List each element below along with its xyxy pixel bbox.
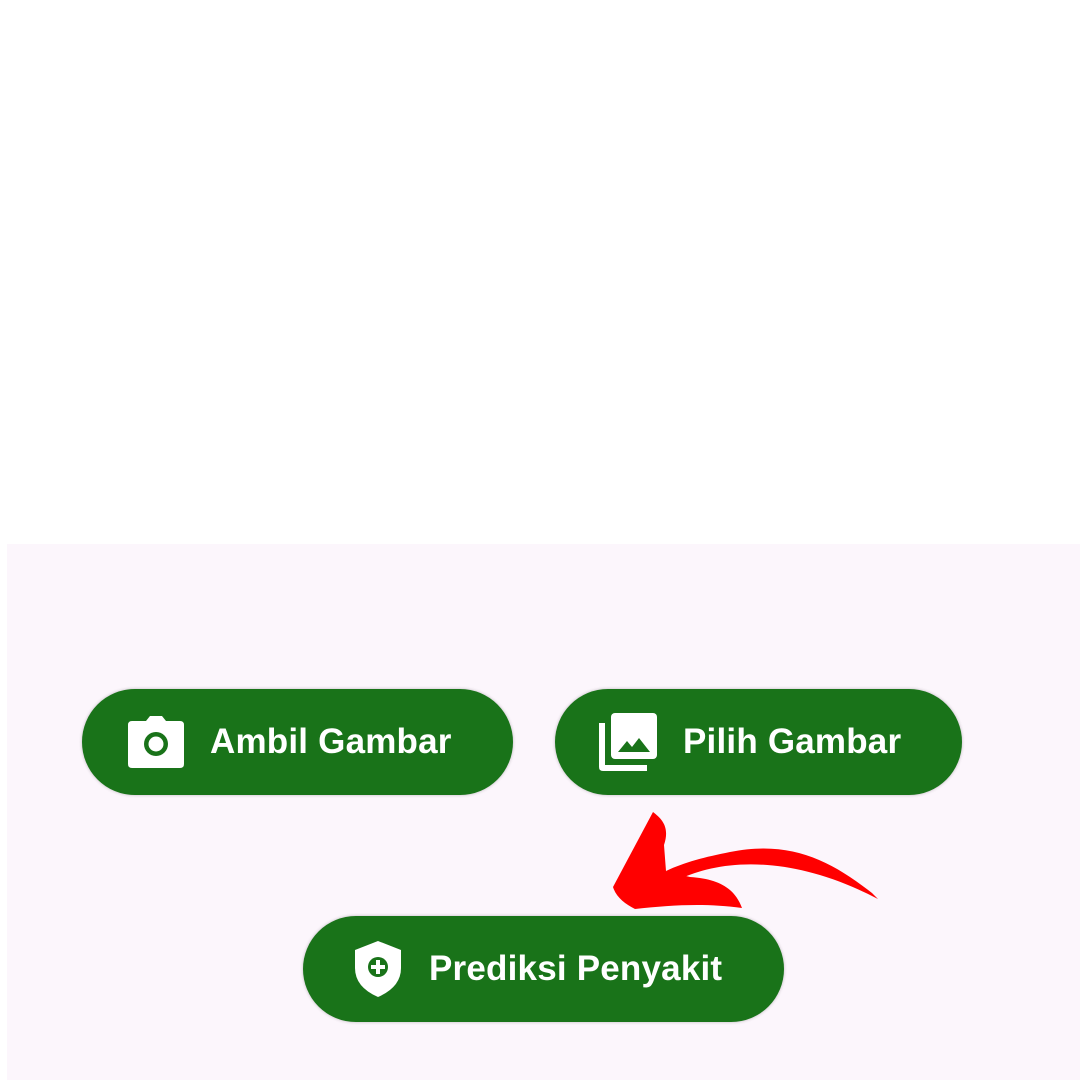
take-photo-button[interactable]: Ambil Gambar [82, 689, 513, 795]
camera-icon [128, 716, 184, 768]
predict-disease-label: Prediksi Penyakit [429, 949, 723, 988]
shield-plus-icon [355, 941, 401, 997]
image-library-icon [599, 713, 657, 771]
curved-arrow-icon [613, 812, 878, 909]
take-photo-label: Ambil Gambar [210, 722, 452, 761]
choose-image-button[interactable]: Pilih Gambar [555, 689, 962, 795]
app-screen: Ambil Gambar Pilih Gambar Prediksi Penya… [0, 0, 1080, 1080]
choose-image-label: Pilih Gambar [683, 722, 902, 761]
predict-disease-button[interactable]: Prediksi Penyakit [303, 916, 784, 1022]
image-preview-area [0, 0, 1080, 544]
